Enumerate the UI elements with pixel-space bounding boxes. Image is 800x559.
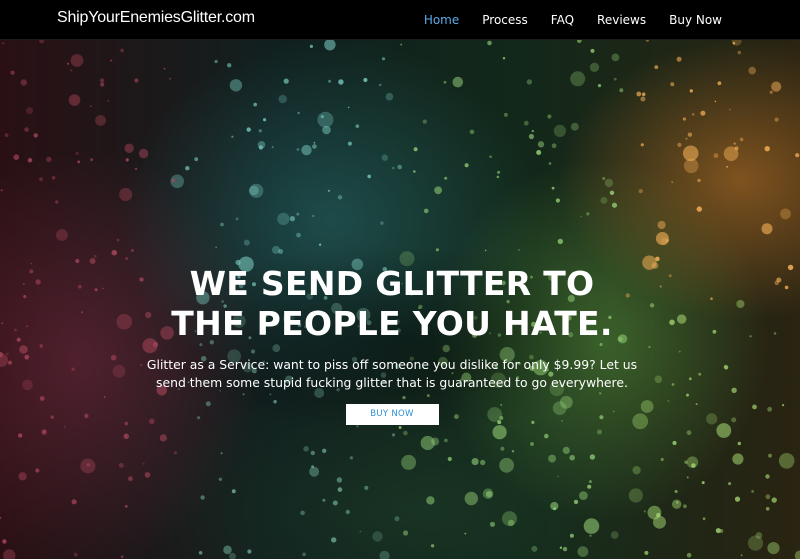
nav-link-reviews[interactable]: Reviews	[597, 13, 646, 27]
nav-link-process[interactable]: Process	[482, 13, 528, 27]
nav-link-faq[interactable]: FAQ	[551, 13, 574, 27]
hero-title-line-2: THE PEOPLE YOU HATE.	[171, 304, 613, 343]
hero-title: WE SEND GLITTER TO THE PEOPLE YOU HATE.	[100, 264, 684, 344]
page: ShipYourEnemiesGlitter.com Home Process …	[0, 0, 800, 559]
hero-description-line-1: Glitter as a Service: want to piss off s…	[146, 357, 638, 372]
hero-description-line-2: send them some stupid fucking glitter th…	[156, 375, 628, 390]
hero-content: WE SEND GLITTER TO THE PEOPLE YOU HATE. …	[100, 264, 684, 425]
nav-link-home[interactable]: Home	[424, 13, 459, 27]
buy-now-button[interactable]: BUY NOW	[345, 404, 439, 425]
navbar: ShipYourEnemiesGlitter.com Home Process …	[0, 0, 800, 40]
nav-link-buy-now[interactable]: Buy Now	[669, 13, 722, 27]
nav-links: Home Process FAQ Reviews Buy Now	[401, 0, 722, 39]
brand-logo-link[interactable]: ShipYourEnemiesGlitter.com	[57, 9, 255, 27]
hero-description: Glitter as a Service: want to piss off s…	[100, 356, 684, 392]
hero-section: WE SEND GLITTER TO THE PEOPLE YOU HATE. …	[0, 40, 800, 559]
hero-title-line-1: WE SEND GLITTER TO	[189, 264, 595, 303]
